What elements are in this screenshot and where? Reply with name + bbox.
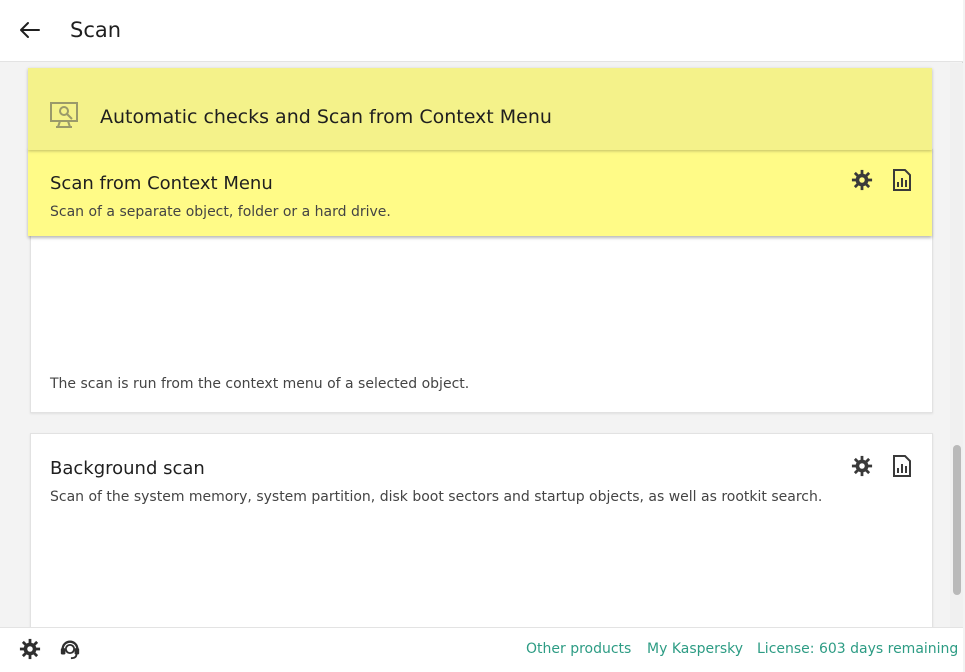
vertical-scrollbar[interactable] [950,63,963,627]
app-window: Scan The scan is run from the context me… [0,0,963,672]
settings-button[interactable] [849,453,875,479]
report-icon [893,169,911,191]
card-description: Scan of the system memory, system partit… [50,489,823,505]
support-icon [60,640,80,660]
license-link[interactable]: License: 603 days remaining [757,641,958,657]
report-icon [893,455,911,477]
page-title: Scan [70,18,122,42]
my-kaspersky-link[interactable]: My Kaspersky [647,641,743,657]
footer-bar: Other products My Kaspersky License: 603… [0,627,963,672]
card-note: The scan is run from the context menu of… [50,376,470,392]
card-description: Scan of a separate object, folder or a h… [50,204,391,220]
content-area: The scan is run from the context menu of… [0,63,950,627]
footer-support-button[interactable] [58,637,82,661]
gear-icon [851,169,873,191]
back-arrow-icon [20,22,40,38]
card-title: Background scan [50,458,205,479]
section-header[interactable]: Automatic checks and Scan from Context M… [28,68,932,150]
settings-button[interactable] [849,167,875,193]
gear-icon [19,638,41,660]
monitor-search-icon [50,102,78,128]
card-title: Scan from Context Menu [50,173,273,194]
card-background-scan[interactable]: Background scan Scan of the system memor… [30,433,933,627]
back-button[interactable] [14,14,46,46]
scrollbar-thumb[interactable] [953,445,961,595]
footer-settings-button[interactable] [18,637,42,661]
other-products-link[interactable]: Other products [526,641,631,657]
gear-icon [851,455,873,477]
header-bar: Scan [0,0,963,62]
report-button[interactable] [889,453,915,479]
section-title: Automatic checks and Scan from Context M… [100,106,552,128]
report-button[interactable] [889,167,915,193]
card-scan-context-menu-header[interactable]: Scan from Context Menu Scan of a separat… [28,148,932,236]
